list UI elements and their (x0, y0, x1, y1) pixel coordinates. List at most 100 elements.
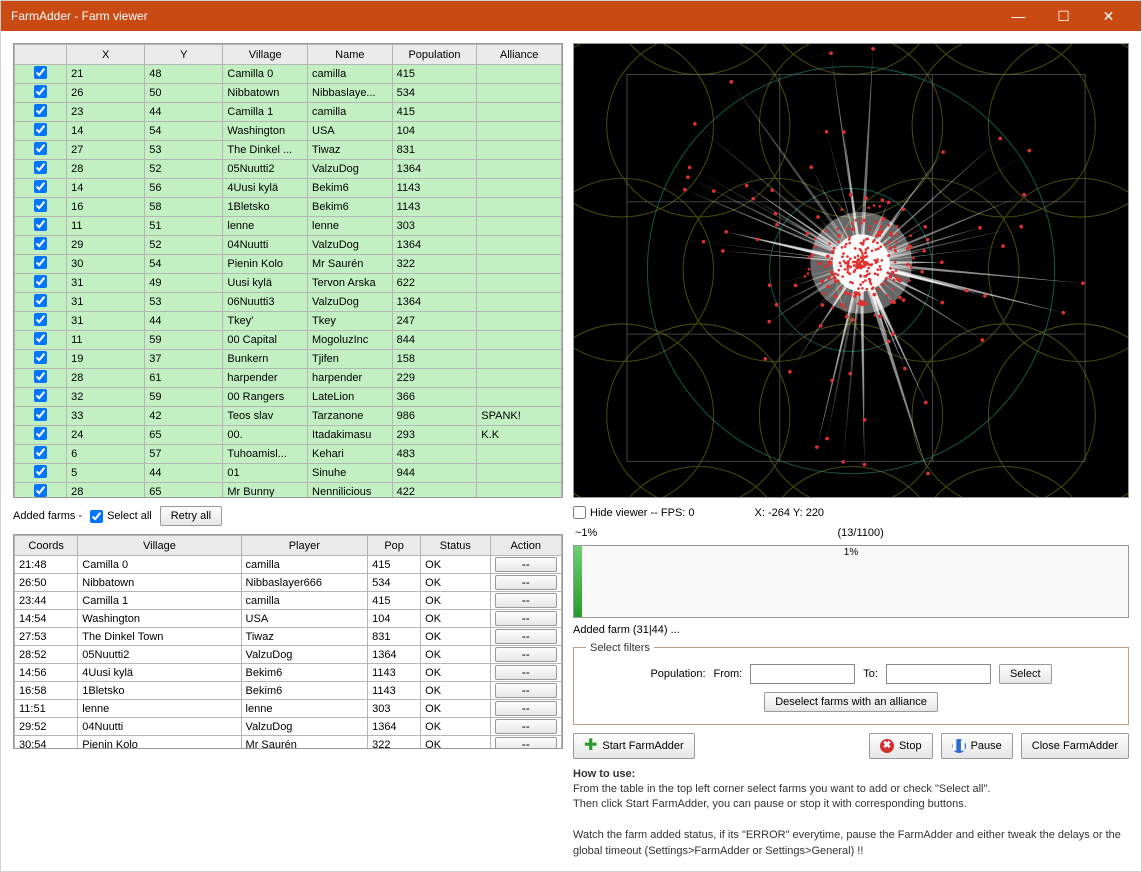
col-check[interactable] (15, 45, 67, 65)
table-row[interactable]: 21:48Camilla 0camilla415OK-- (15, 556, 562, 574)
hide-viewer-checkbox[interactable] (573, 506, 586, 519)
row-checkbox[interactable] (34, 465, 47, 478)
cell-action[interactable]: -- (490, 556, 561, 574)
col-population[interactable]: Population (392, 45, 477, 65)
row-checkbox[interactable] (34, 123, 47, 136)
row-checkbox[interactable] (34, 66, 47, 79)
row-checkbox-cell[interactable] (15, 407, 67, 426)
select-all-checkbox[interactable] (90, 510, 103, 523)
row-checkbox-cell[interactable] (15, 84, 67, 103)
table-row[interactable]: 11:51lennelenne303OK-- (15, 700, 562, 718)
table-row[interactable]: 3149Uusi kyläTervon Arska622 (15, 274, 562, 293)
table-row[interactable]: 2148Camilla 0camilla415 (15, 65, 562, 84)
row-checkbox-cell[interactable] (15, 65, 67, 84)
cell-action[interactable]: -- (490, 574, 561, 592)
row-action-button[interactable]: -- (495, 647, 557, 662)
table-row[interactable]: 2650NibbatownNibbaslaye...534 (15, 84, 562, 103)
row-checkbox[interactable] (34, 427, 47, 440)
map-viewer[interactable] (573, 43, 1129, 498)
row-checkbox-cell[interactable] (15, 141, 67, 160)
row-checkbox-cell[interactable] (15, 445, 67, 464)
table-row[interactable]: 3342Teos slavTarzanone986SPANK! (15, 407, 562, 426)
row-checkbox[interactable] (34, 408, 47, 421)
row-checkbox[interactable] (34, 218, 47, 231)
row-action-button[interactable]: -- (495, 611, 557, 626)
row-checkbox-cell[interactable] (15, 198, 67, 217)
table-row[interactable]: 28:5205Nuutti2ValzuDog1364OK-- (15, 646, 562, 664)
row-checkbox[interactable] (34, 351, 47, 364)
maximize-button[interactable]: ☐ (1041, 1, 1086, 31)
cell-action[interactable]: -- (490, 682, 561, 700)
row-checkbox-cell[interactable] (15, 122, 67, 141)
row-action-button[interactable]: -- (495, 737, 557, 749)
table-row[interactable]: 2865Mr BunnyNennilicious422 (15, 483, 562, 498)
titlebar[interactable]: FarmAdder - Farm viewer — ☐ ✕ (1, 1, 1141, 31)
table-row[interactable]: 657Tuhoamisl...Kehari483 (15, 445, 562, 464)
col-y[interactable]: Y (145, 45, 223, 65)
col-village[interactable]: Village (223, 45, 308, 65)
row-checkbox-cell[interactable] (15, 255, 67, 274)
row-action-button[interactable]: -- (495, 557, 557, 572)
row-checkbox[interactable] (34, 446, 47, 459)
row-checkbox-cell[interactable] (15, 103, 67, 122)
table-row[interactable]: 27:53The Dinkel TownTiwaz831OK-- (15, 628, 562, 646)
row-checkbox[interactable] (34, 370, 47, 383)
row-checkbox-cell[interactable] (15, 217, 67, 236)
cell-action[interactable]: -- (490, 610, 561, 628)
close-farmadder-button[interactable]: Close FarmAdder (1021, 733, 1129, 759)
row-action-button[interactable]: -- (495, 719, 557, 734)
cell-action[interactable]: -- (490, 718, 561, 736)
row-checkbox-cell[interactable] (15, 369, 67, 388)
table-row[interactable]: 1151lennelenne303 (15, 217, 562, 236)
row-checkbox[interactable] (34, 313, 47, 326)
col-action[interactable]: Action (490, 536, 561, 556)
population-from-input[interactable] (750, 664, 855, 684)
table-row[interactable]: 285205Nuutti2ValzuDog1364 (15, 160, 562, 179)
table-row[interactable]: 23:44Camilla 1camilla415OK-- (15, 592, 562, 610)
row-checkbox-cell[interactable] (15, 483, 67, 498)
row-checkbox-cell[interactable] (15, 179, 67, 198)
start-farmadder-button[interactable]: ✚ Start FarmAdder (573, 733, 695, 759)
row-action-button[interactable]: -- (495, 593, 557, 608)
row-checkbox[interactable] (34, 275, 47, 288)
table-row[interactable]: 16:581BletskoBekim61143OK-- (15, 682, 562, 700)
table-row[interactable]: 1937BunkernTjifen158 (15, 350, 562, 369)
row-checkbox[interactable] (34, 180, 47, 193)
table-row[interactable]: 3054Pienin KoloMr Saurén322 (15, 255, 562, 274)
cell-action[interactable]: -- (490, 646, 561, 664)
close-button[interactable]: ✕ (1086, 1, 1131, 31)
row-checkbox[interactable] (34, 104, 47, 117)
row-action-button[interactable]: -- (495, 701, 557, 716)
row-checkbox[interactable] (34, 237, 47, 250)
table-row[interactable]: 16581BletskoBekim61143 (15, 198, 562, 217)
row-checkbox-cell[interactable] (15, 236, 67, 255)
row-checkbox-cell[interactable] (15, 331, 67, 350)
row-checkbox[interactable] (34, 256, 47, 269)
row-checkbox[interactable] (34, 161, 47, 174)
col-name[interactable]: Name (308, 45, 393, 65)
row-checkbox-cell[interactable] (15, 274, 67, 293)
cell-action[interactable]: -- (490, 664, 561, 682)
table-row[interactable]: 2344Camilla 1camilla415 (15, 103, 562, 122)
table-row[interactable]: 54401Sinuhe944 (15, 464, 562, 483)
col-pop-b[interactable]: Pop (368, 536, 421, 556)
table-row[interactable]: 2861harpenderharpender229 (15, 369, 562, 388)
table-row[interactable]: 325900 RangersLateLion366 (15, 388, 562, 407)
pause-button[interactable]: ❚❚ Pause (941, 733, 1013, 759)
retry-all-button[interactable]: Retry all (160, 506, 222, 526)
row-checkbox[interactable] (34, 142, 47, 155)
select-all-checkbox-label[interactable]: Select all (90, 510, 152, 523)
table-row[interactable]: 3144Tkey'Tkey247 (15, 312, 562, 331)
minimize-button[interactable]: — (996, 1, 1041, 31)
row-checkbox-cell[interactable] (15, 388, 67, 407)
row-checkbox[interactable] (34, 199, 47, 212)
hide-viewer-label[interactable]: Hide viewer -- FPS: 0 (573, 506, 695, 519)
table-row[interactable]: 29:5204NuuttiValzuDog1364OK-- (15, 718, 562, 736)
select-filter-button[interactable]: Select (999, 664, 1052, 684)
row-checkbox[interactable] (34, 389, 47, 402)
table-row[interactable]: 14564Uusi kyläBekim61143 (15, 179, 562, 198)
row-checkbox[interactable] (34, 294, 47, 307)
cell-action[interactable]: -- (490, 736, 561, 750)
deselect-alliance-button[interactable]: Deselect farms with an alliance (764, 692, 938, 712)
row-checkbox-cell[interactable] (15, 464, 67, 483)
